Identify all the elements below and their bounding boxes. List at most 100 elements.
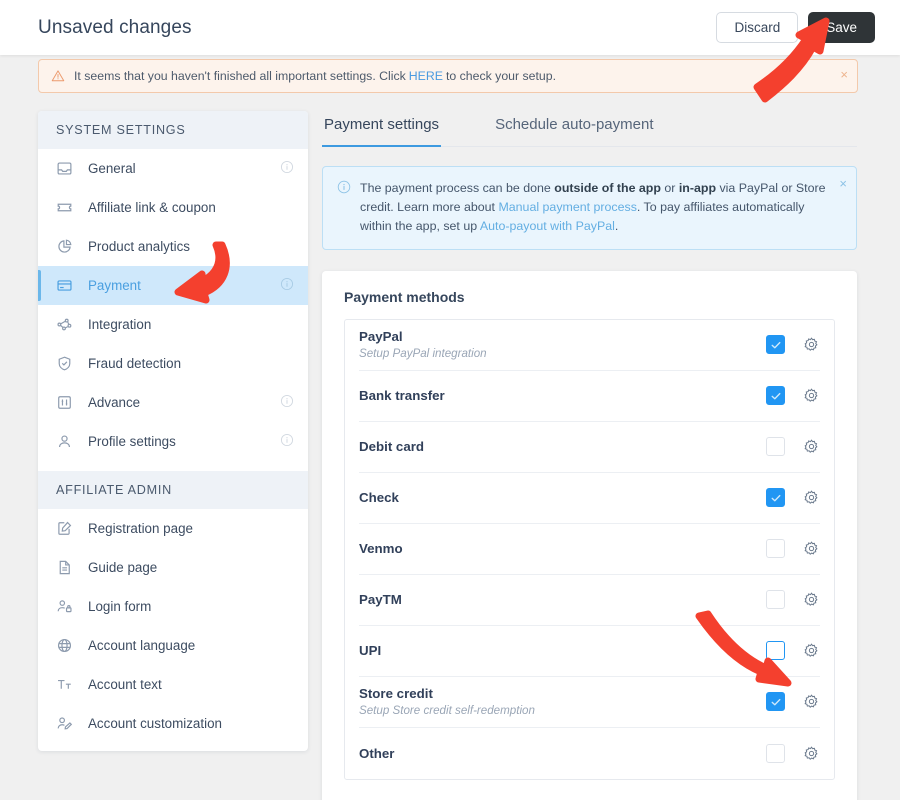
- payment-method-row-check: Check: [359, 473, 820, 524]
- sidebar-item-general[interactable]: General: [38, 149, 308, 188]
- sidebar-item-integration[interactable]: Integration: [38, 305, 308, 344]
- gear-icon[interactable]: [803, 745, 820, 762]
- discard-button[interactable]: Discard: [716, 11, 799, 44]
- sidebar: SYSTEM SETTINGS General Affiliate link &…: [38, 111, 308, 751]
- shield-check-icon: [56, 355, 78, 372]
- info-bold-in-app: in-app: [678, 181, 717, 195]
- coupon-icon: [56, 199, 78, 216]
- payment-method-subtitle[interactable]: Setup Store credit self-redemption: [359, 704, 766, 717]
- sidebar-item-account-language[interactable]: Account language: [38, 626, 308, 665]
- warning-banner: It seems that you haven't finished all i…: [38, 59, 858, 93]
- sidebar-item-label: Integration: [88, 317, 152, 332]
- payment-method-checkbox-venmo[interactable]: [766, 539, 785, 559]
- save-button[interactable]: Save: [808, 11, 875, 44]
- payment-method-text: Debit card: [359, 439, 766, 454]
- info-banner: The payment process can be done outside …: [322, 166, 857, 250]
- sidebar-item-product-analytics[interactable]: Product analytics: [38, 227, 308, 266]
- payment-methods-list: PayPal Setup PayPal integration Bank tra…: [344, 318, 835, 780]
- sidebar-item-label: Fraud detection: [88, 356, 182, 371]
- sidebar-item-registration-page[interactable]: Registration page: [38, 509, 308, 548]
- payment-method-row-bank-transfer: Bank transfer: [359, 371, 820, 422]
- gear-icon[interactable]: [803, 387, 820, 404]
- sidebar-item-account-text[interactable]: Account text: [38, 665, 308, 704]
- gear-icon[interactable]: [803, 540, 820, 557]
- tab-payment-settings[interactable]: Payment settings: [322, 111, 442, 147]
- auto-payout-with-paypal-link[interactable]: Auto-payout with PayPal: [480, 219, 615, 233]
- gear-icon[interactable]: [803, 693, 820, 710]
- network-nodes-icon: [56, 316, 78, 333]
- payment-method-text: Check: [359, 490, 766, 505]
- user-icon: [56, 433, 78, 450]
- manual-payment-process-link[interactable]: Manual payment process: [498, 200, 636, 214]
- payment-methods-title: Payment methods: [344, 288, 465, 305]
- tab-schedule-auto-payment[interactable]: Schedule auto-payment: [493, 111, 655, 146]
- main-content: Payment settings Schedule auto-payment T…: [322, 111, 857, 800]
- sidebar-item-profile-settings[interactable]: Profile settings: [38, 422, 308, 461]
- sidebar-item-label: Guide page: [88, 560, 158, 575]
- payment-method-checkbox-store-credit[interactable]: [766, 692, 785, 712]
- document-icon: [56, 559, 78, 576]
- info-banner-close-icon[interactable]: ×: [839, 174, 847, 194]
- payment-method-checkbox-bank-transfer[interactable]: [766, 386, 785, 406]
- payment-method-checkbox-check[interactable]: [766, 488, 785, 508]
- sidebar-item-label: Account language: [88, 638, 196, 653]
- text-size-icon: [56, 676, 78, 693]
- info-part-2: or: [660, 181, 679, 195]
- payment-method-name: Venmo: [359, 541, 403, 557]
- warning-text-after: to check your setup.: [445, 69, 557, 83]
- payment-method-row-store-credit: Store credit Setup Store credit self-red…: [359, 677, 820, 728]
- sidebar-item-label: Account text: [88, 677, 162, 692]
- user-edit-icon: [56, 715, 78, 732]
- payment-method-name: UPI: [359, 643, 382, 659]
- payment-method-name: Debit card: [359, 439, 425, 455]
- sidebar-item-account-customization[interactable]: Account customization: [38, 704, 308, 743]
- warning-triangle-icon: [51, 69, 65, 83]
- payment-method-text: PayTM: [359, 592, 766, 607]
- info-part-1: The payment process can be done: [360, 181, 555, 195]
- warning-here-link[interactable]: HERE: [409, 69, 443, 83]
- gear-icon[interactable]: [803, 489, 820, 506]
- tab-bar: Payment settings Schedule auto-payment: [322, 111, 857, 147]
- info-banner-text: The payment process can be done outside …: [360, 179, 826, 237]
- sidebar-item-advance[interactable]: Advance: [38, 383, 308, 422]
- sidebar-item-label: Login form: [88, 599, 152, 614]
- sidebar-section-title-affiliate-admin: AFFILIATE ADMIN: [38, 471, 308, 509]
- sidebar-item-label: General: [88, 161, 136, 176]
- payment-method-row-upi: UPI: [359, 626, 820, 677]
- info-icon[interactable]: [280, 394, 294, 411]
- gear-icon[interactable]: [803, 336, 820, 353]
- sidebar-item-fraud-detection[interactable]: Fraud detection: [38, 344, 308, 383]
- sidebar-item-label: Profile settings: [88, 434, 176, 449]
- payment-method-subtitle[interactable]: Setup PayPal integration: [359, 347, 766, 360]
- info-icon[interactable]: [280, 160, 294, 177]
- payment-method-checkbox-debit-card[interactable]: [766, 437, 785, 457]
- payment-method-row-venmo: Venmo: [359, 524, 820, 575]
- payment-method-name: Check: [359, 490, 399, 506]
- payment-method-row-other: Other: [359, 728, 820, 779]
- payment-method-name: PayPal: [359, 329, 403, 345]
- payment-method-checkbox-other[interactable]: [766, 743, 785, 763]
- payment-method-name: Bank transfer: [359, 388, 445, 404]
- payment-method-name: PayTM: [359, 592, 402, 608]
- payment-methods-card: Payment methods PayPal Setup PayPal inte…: [322, 270, 857, 800]
- payment-method-checkbox-upi[interactable]: [766, 641, 785, 661]
- form-edit-icon: [56, 520, 78, 537]
- payment-method-text: Store credit Setup Store credit self-red…: [359, 686, 766, 717]
- sidebar-item-payment[interactable]: Payment: [38, 266, 308, 305]
- sidebar-item-login-form[interactable]: Login form: [38, 587, 308, 626]
- payment-method-checkbox-paytm[interactable]: [766, 590, 785, 610]
- sidebar-item-guide-page[interactable]: Guide page: [38, 548, 308, 587]
- warning-close-icon[interactable]: ×: [840, 68, 848, 81]
- gear-icon[interactable]: [803, 642, 820, 659]
- payment-method-row-paypal: PayPal Setup PayPal integration: [359, 320, 820, 371]
- gear-icon[interactable]: [803, 438, 820, 455]
- info-icon[interactable]: [280, 277, 294, 294]
- sidebar-item-affiliate-link-coupon[interactable]: Affiliate link & coupon: [38, 188, 308, 227]
- gear-icon[interactable]: [803, 591, 820, 608]
- inbox-icon: [56, 160, 78, 177]
- info-icon[interactable]: [280, 433, 294, 450]
- payment-method-checkbox-paypal[interactable]: [766, 335, 785, 355]
- sidebar-item-label: Registration page: [88, 521, 193, 536]
- payment-method-text: Venmo: [359, 541, 766, 556]
- sidebar-item-label: Payment: [88, 278, 141, 293]
